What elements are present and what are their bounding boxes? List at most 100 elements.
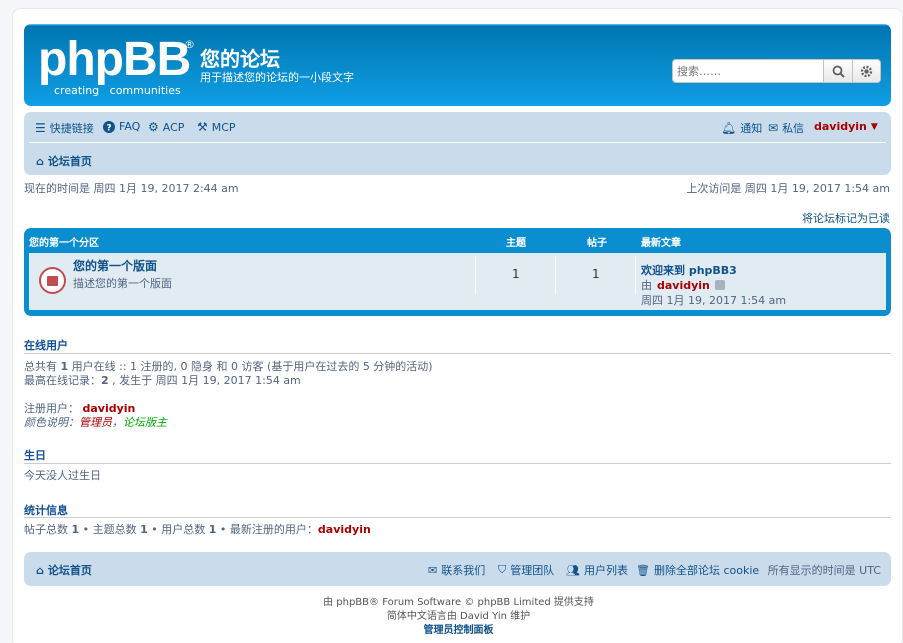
last-post-time: 周四 1月 19, 2017 1:54 am — [641, 294, 787, 307]
gavel-icon: ⚒ — [197, 120, 208, 134]
mcp-label: MCP — [211, 120, 236, 134]
birthdays-text: 今天没人过生日 — [24, 469, 101, 482]
legend-label: 颜色说明： — [24, 416, 79, 429]
footer-home-label: 论坛首页 — [47, 564, 92, 577]
mark-forums-read-link[interactable]: 将论坛标记为已读 — [802, 210, 890, 226]
site-title[interactable]: 您的论坛 — [200, 43, 280, 72]
legend-moderator-link[interactable]: 论坛版主 — [123, 416, 167, 429]
legend-line: 颜色说明：管理员，论坛版主 — [24, 414, 167, 430]
total-posts: 1 — [71, 523, 80, 536]
mcp-link[interactable]: ⚒ MCP — [197, 120, 236, 134]
forum-post-count: 1 — [592, 267, 600, 281]
logo-registered-mark: ® — [184, 38, 195, 51]
navbar: ☰ 快捷链接 ? FAQ ⚙ ACP ⚒ MCP 🔔︎ 通知 ✉ 私信 davi… — [24, 112, 891, 175]
forum-topic-count: 1 — [512, 267, 520, 281]
online-users-title[interactable]: 在线用户 — [24, 337, 68, 353]
last-post-byline: 由 davidyin — [641, 277, 725, 293]
col-last-post-header: 最新文章 — [641, 238, 681, 249]
search-button[interactable] — [823, 60, 852, 82]
forum-row: 您的第一个版面 描述您的第一个版面 1 1 欢迎来到 phpBB3 由 davi… — [29, 253, 886, 310]
bell-icon: 🔔︎ — [721, 121, 737, 135]
quick-links-menu[interactable]: ☰ 快捷链接 — [35, 120, 94, 136]
column-divider — [475, 256, 476, 294]
last-post-author-link[interactable]: davidyin — [657, 279, 710, 292]
private-messages-link[interactable]: ✉ 私信 — [768, 120, 804, 136]
user-menu[interactable]: davidyin ▼ — [814, 120, 878, 133]
trash-icon: 🗑︎ — [636, 563, 650, 577]
footer-home-link[interactable]: ⌂ 论坛首页 — [36, 562, 92, 578]
notifications-label: 通知 — [740, 122, 763, 135]
total-posts-label: 帖子总数 — [24, 523, 72, 536]
site-logo[interactable]: phpBB ® creating communities — [38, 33, 195, 98]
footer-navbar: ⌂ 论坛首页 ✉ 联系我们 ⛉ 管理团队 👥︎ 用户列表 🗑︎ 删除全部论坛 c… — [24, 552, 891, 586]
last-post-by-label: 由 — [641, 279, 652, 292]
section-divider — [24, 517, 891, 518]
section-divider — [24, 353, 891, 354]
online-record-post: , 发生于 周四 1月 19, 2017 1:54 am — [108, 374, 301, 387]
forum-read-icon — [39, 267, 66, 294]
online-record: 最高在线记录：2 , 发生于 周四 1月 19, 2017 1:54 am — [24, 372, 301, 388]
statistics-title: 统计信息 — [24, 504, 68, 517]
birthdays-title: 生日 — [24, 449, 46, 462]
caret-down-icon: ▼ — [870, 121, 878, 132]
total-topics: 1 — [140, 523, 148, 536]
question-circle-icon: ? — [103, 120, 115, 133]
envelope-icon: ✉ — [428, 563, 438, 577]
category-title[interactable]: 您的第一个分区 — [29, 234, 99, 249]
home-icon: ⌂ — [36, 563, 44, 577]
contact-us-link[interactable]: ✉ 联系我们 — [428, 562, 485, 578]
forum-description: 描述您的第一个版面 — [73, 277, 172, 290]
online-record-pre: 最高在线记录： — [24, 374, 101, 387]
site-description: 用于描述您的论坛的一小段文字 — [200, 71, 354, 84]
search-icon — [832, 65, 845, 78]
column-divider — [555, 256, 556, 294]
acp-footer-link[interactable]: 管理员控制面板 — [13, 621, 903, 636]
home-icon: ⌂ — [36, 154, 44, 168]
team-label: 管理团队 — [510, 564, 555, 577]
col-topics-header: 主题 — [506, 238, 526, 249]
shield-icon: ⛉ — [498, 563, 507, 576]
last-post-title-link[interactable]: 欢迎来到 phpBB3 — [641, 262, 737, 278]
section-divider — [24, 463, 891, 464]
users-icon: 👥︎ — [566, 563, 580, 577]
team-link[interactable]: ⛉ 管理团队 — [498, 562, 554, 578]
members-link[interactable]: 👥︎ 用户列表 — [566, 562, 628, 578]
view-latest-post-icon[interactable] — [714, 280, 725, 290]
legend-admin-link[interactable]: 管理员 — [79, 416, 112, 429]
notifications-link[interactable]: 🔔︎ 通知 — [721, 120, 762, 136]
logo-tagline: creating communities — [54, 84, 181, 97]
total-topics-label: • 主题总数 — [79, 523, 141, 536]
column-divider — [635, 256, 636, 294]
newest-user-link[interactable]: davidyin — [318, 523, 371, 536]
delete-cookies-link[interactable]: 🗑︎ 删除全部论坛 cookie — [636, 562, 759, 578]
header-bar: phpBB ® creating communities 您的论坛 用于描述您的… — [24, 24, 891, 106]
forum-name-link[interactable]: 您的第一个版面 — [73, 257, 157, 274]
legend-separator: ， — [112, 416, 123, 429]
online-record-count: 2 — [101, 374, 109, 387]
col-posts-header: 帖子 — [587, 238, 607, 249]
menu-icon: ☰ — [35, 121, 46, 135]
acp-link[interactable]: ⚙ ACP — [148, 120, 184, 134]
advanced-search-button[interactable] — [852, 60, 880, 82]
statistics-line: 帖子总数 1 • 主题总数 1 • 用户总数 1 • 最新注册的用户：david… — [24, 521, 371, 537]
total-users-label: • 用户总数 — [147, 523, 209, 536]
faq-link[interactable]: ? FAQ — [103, 120, 140, 133]
delete-cookies-label: 删除全部论坛 cookie — [653, 564, 760, 577]
credit-line: 由 phpBB® Forum Software © phpBB Limited … — [323, 597, 594, 608]
current-time: 现在的时间是 周四 1月 19, 2017 2:44 am — [24, 182, 239, 195]
last-visit-time: 上次访问是 周四 1月 19, 2017 1:54 am — [686, 182, 890, 195]
page-wrapper: phpBB ® creating communities 您的论坛 用于描述您的… — [12, 8, 903, 643]
search-input[interactable] — [675, 62, 820, 80]
breadcrumb-home[interactable]: ⌂ 论坛首页 — [36, 153, 92, 169]
forum-category-box: 您的第一个分区 主题 帖子 最新文章 您的第一个版面 描述您的第一个版面 1 1… — [24, 228, 891, 316]
navbar-divider — [29, 142, 886, 143]
faq-label: FAQ — [119, 120, 141, 133]
gear-icon — [860, 65, 873, 77]
acp-label: ACP — [162, 120, 185, 134]
svg-text:?: ? — [106, 123, 111, 133]
newest-user-label: • 最新注册的用户： — [216, 523, 318, 536]
members-label: 用户列表 — [583, 564, 628, 577]
timezone-info: 所有显示的时间是 UTC — [767, 564, 881, 577]
logo-text: phpBB — [38, 33, 191, 86]
contact-us-label: 联系我们 — [441, 564, 486, 577]
